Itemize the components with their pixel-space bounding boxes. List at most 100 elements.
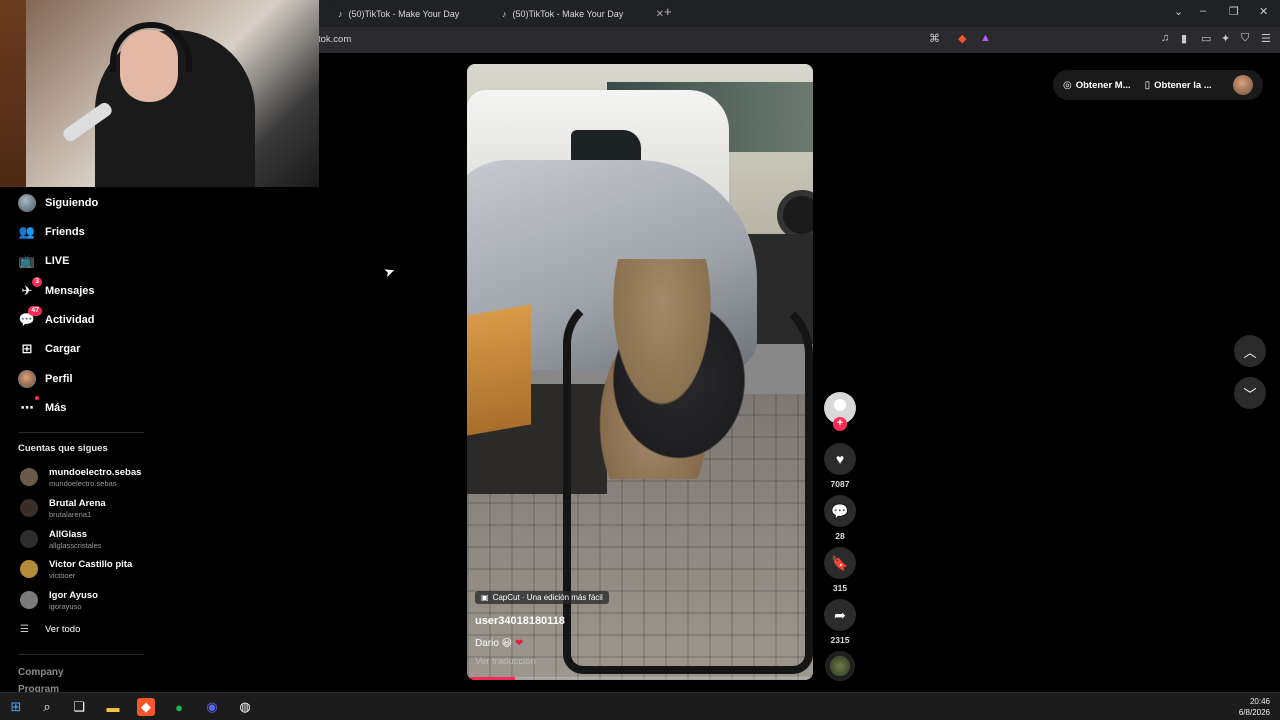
minimize-icon[interactable]: –: [1200, 5, 1206, 17]
sidebar-divider: [18, 654, 144, 655]
comment-action[interactable]: 💬 28: [823, 495, 857, 541]
close-tab-icon[interactable]: ✕: [656, 9, 664, 20]
clock-date: 6/8/2026: [1238, 708, 1270, 717]
messages-icon: ✈ 3: [18, 277, 42, 300]
discord-icon[interactable]: ◉: [203, 698, 221, 716]
list-icon: ☰: [20, 624, 29, 635]
sidebar-item-label: LIVE: [45, 255, 70, 267]
tiktok-icon: ♪: [502, 9, 507, 19]
vpn-icon[interactable]: ⛉: [1241, 32, 1249, 45]
creator-avatar[interactable]: +: [824, 392, 856, 431]
windows-start-icon[interactable]: ⊞: [7, 698, 25, 716]
sidebar-item-messages[interactable]: ✈ 3 Mensajes: [18, 277, 95, 302]
following-account[interactable]: mundoelectro.sebas mundoelectro.sebas: [20, 464, 141, 490]
media-icon[interactable]: ♫: [1161, 32, 1169, 44]
more-icon: ⋯: [18, 396, 39, 417]
heart-icon[interactable]: ♥: [824, 443, 856, 475]
video-description: Dario 😃 ❤: [475, 638, 523, 649]
screen: ♪ (50)TikTok - Make Your Day ♪ (50)TikTo…: [0, 0, 1280, 720]
avatar: [20, 560, 38, 578]
like-count: 7087: [830, 479, 850, 489]
comment-icon[interactable]: 💬: [824, 495, 856, 527]
previous-video-button[interactable]: ︿: [1234, 335, 1266, 367]
live-icon: 📺: [18, 253, 36, 268]
chevron-up-icon: ︿: [1243, 344, 1257, 360]
new-tab-button[interactable]: +: [664, 4, 672, 19]
account-handle: victooer: [49, 570, 76, 580]
profile-avatar: [18, 370, 36, 388]
close-window-icon[interactable]: ✕: [1259, 5, 1268, 18]
follow-plus-icon[interactable]: +: [833, 417, 847, 431]
share-icon[interactable]: ➦: [824, 599, 856, 631]
following-account[interactable]: Victor Castillo pita victooer: [20, 556, 132, 582]
brave-rewards-icon[interactable]: ▲: [980, 32, 991, 44]
spotify-icon[interactable]: ●: [170, 698, 188, 716]
following-account[interactable]: AllGlass allglasscristales: [20, 526, 102, 552]
share-action[interactable]: ➦ 2315: [823, 599, 857, 645]
following-account[interactable]: Igor Ayuso igorayuso: [20, 587, 98, 613]
sidebar-item-activity[interactable]: 💬 47 Actividad: [18, 306, 95, 331]
bookmark-icon[interactable]: 🔖: [824, 547, 856, 579]
friends-icon: 👥: [18, 224, 36, 239]
top-right-actions: ◎ Obtener M... ▯ Obtener la ...: [1053, 70, 1263, 100]
obs-icon[interactable]: ◍: [236, 698, 254, 716]
music-disc[interactable]: [825, 651, 855, 681]
like-action[interactable]: ♥ 7087: [823, 443, 857, 489]
sidebar-item-friends[interactable]: 👥 Friends: [18, 221, 85, 243]
account-name: AllGlass: [49, 528, 88, 540]
tab-list-icon[interactable]: ⌄: [1174, 5, 1183, 18]
sidebar-item-label: Perfil: [45, 373, 73, 385]
sidebar-item-label: Siguiendo: [45, 197, 99, 209]
search-icon[interactable]: ⌕: [38, 698, 56, 716]
capcut-icon: ▣: [481, 593, 489, 602]
save-action[interactable]: 🔖 315: [823, 547, 857, 593]
brave-icon[interactable]: ◆: [137, 698, 155, 716]
comment-count: 28: [835, 531, 845, 541]
scene-table: [467, 304, 531, 436]
menu-icon[interactable]: ☰: [1261, 32, 1271, 45]
video-player[interactable]: ▣ CapCut · Una edición más fácil user340…: [467, 64, 813, 680]
video-author[interactable]: user34018180118: [475, 615, 565, 627]
brave-shields-icon[interactable]: ◆: [958, 32, 966, 45]
capcut-tag[interactable]: ▣ CapCut · Una edición más fácil: [475, 591, 609, 604]
leo-icon[interactable]: ✦: [1221, 32, 1230, 45]
wallet-icon[interactable]: ▭: [1201, 32, 1211, 45]
maximize-icon[interactable]: ❐: [1229, 5, 1239, 18]
browser-tab[interactable]: ♪ (50)TikTok - Make Your Day: [330, 3, 508, 25]
sidebar-item-following[interactable]: Siguiendo: [18, 192, 98, 214]
see-translation-link[interactable]: Ver traducción: [475, 656, 536, 667]
sidebar-item-upload[interactable]: ⊞ Cargar: [18, 338, 81, 360]
video-progress-bar[interactable]: [467, 677, 813, 680]
task-view-icon[interactable]: ❏: [70, 698, 88, 716]
sidebar-item-profile[interactable]: Perfil: [18, 368, 73, 390]
footer-company[interactable]: Company: [18, 667, 64, 678]
following-account[interactable]: Brutal Arena brutalarena1: [20, 495, 106, 521]
tab-title: (50)TikTok - Make Your Day: [348, 9, 460, 19]
account-name: Igor Ayuso: [49, 589, 98, 601]
tiktok-icon: ♪: [338, 9, 343, 19]
browser-tab[interactable]: ♪ (50)TikTok - Make Your Day ✕: [494, 3, 672, 25]
next-video-button[interactable]: ﹀: [1234, 377, 1266, 409]
get-coins-label: Obtener M...: [1075, 79, 1131, 91]
see-all-button[interactable]: ☰ Ver todo: [20, 624, 80, 635]
account-name: Victor Castillo pita: [49, 558, 133, 570]
webcam-overlay: [0, 0, 319, 187]
account-handle: allglasscristales: [49, 540, 102, 550]
footer-program[interactable]: Program: [18, 684, 59, 692]
sidebar-item-more[interactable]: ⋯ Más: [18, 396, 66, 419]
default-avatar-icon: [834, 399, 846, 411]
sidebar-item-label: Mensajes: [45, 285, 95, 297]
following-avatar: [18, 194, 36, 212]
tab-title: (50)TikTok - Make Your Day: [512, 9, 624, 19]
sidebar-icon[interactable]: ▮: [1181, 32, 1187, 45]
file-explorer-icon[interactable]: ▬: [104, 698, 122, 716]
get-app-button[interactable]: ▯ Obtener la ...: [1145, 80, 1212, 91]
system-clock[interactable]: 20:46 6/8/2026: [1239, 696, 1270, 718]
url-text[interactable]: tok.com: [318, 34, 351, 45]
avatar[interactable]: [1233, 75, 1253, 95]
mouse-cursor-icon: ➤: [381, 262, 397, 281]
translate-icon[interactable]: ⌘: [929, 32, 940, 45]
sidebar-item-live[interactable]: 📺 LIVE: [18, 250, 70, 272]
get-coins-button[interactable]: ◎ Obtener M...: [1063, 80, 1131, 91]
activity-badge: 47: [28, 306, 42, 316]
